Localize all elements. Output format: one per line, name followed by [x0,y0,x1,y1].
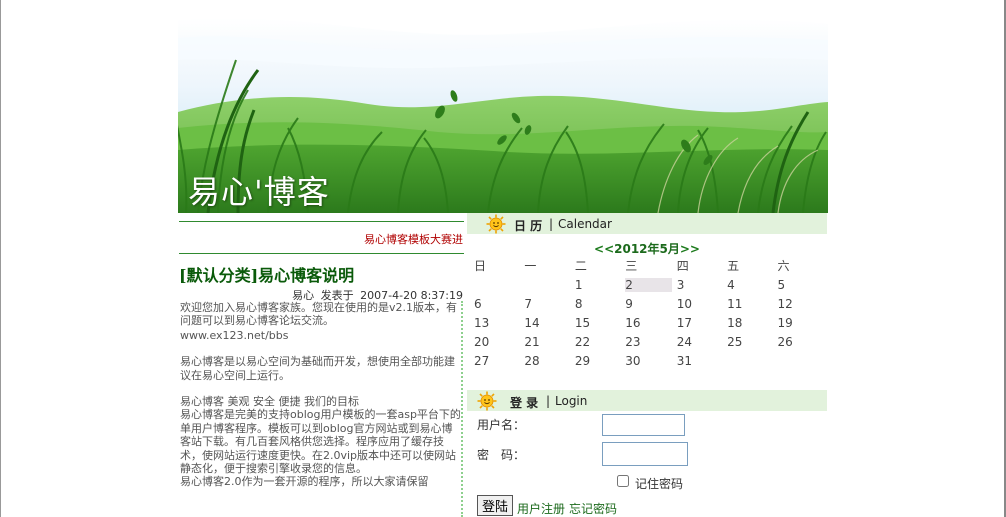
calendar-day[interactable]: 22 [575,332,625,351]
calendar-nav: <<2012年5月>> [467,240,827,257]
post-paragraph: 易心博客2.0作为一套开源的程序，所以大家请保留 [180,475,429,489]
calendar-day[interactable]: 3 [677,275,727,294]
post-column: 易心博客模板大赛进 [默认分类]易心博客说明 易心 发表于 2007-4-20 … [178,213,465,517]
calendar-day[interactable]: 26 [778,332,828,351]
post-paragraph: 易心博客 美观 安全 便捷 我们的目标 [180,395,359,409]
calendar-month: 2012年5月 [614,242,680,256]
site-title: 易心'博客 [188,173,330,211]
calendar-day[interactable]: 27 [474,351,524,370]
weekday-mon: 一 [524,259,537,273]
header-banner: 易心'博客 [178,0,828,213]
calendar-day[interactable]: 30 [625,351,676,370]
username-input[interactable] [602,414,685,436]
calendar-day[interactable]: 12 [778,294,828,313]
calendar-empty-cell [727,351,777,370]
calendar-week-row: 13 14 15 16 17 18 19 [474,313,828,332]
weekday-sun: 日 [474,259,487,273]
calendar-day[interactable]: 19 [778,313,828,332]
next-month-link[interactable]: >> [680,242,700,256]
top-divider [179,221,464,222]
calendar-week-row: 6 7 8 9 10 11 12 [474,294,828,313]
username-label: 用户名： [477,418,526,432]
left-border [0,0,1,517]
calendar-week-row: 20 21 22 23 24 25 26 [474,332,828,351]
calendar-separator: | [549,217,554,231]
password-label: 密 码： [477,448,526,462]
calendar-empty-cell [778,351,828,370]
calendar-day[interactable]: 16 [625,313,676,332]
login-separator: | [546,394,551,408]
weekday-row: 日 一 二 三 四 五 六 [474,256,828,275]
remember-password-label[interactable]: 记住密码 [635,475,683,492]
calendar-day[interactable]: 1 [575,275,625,294]
calendar-day[interactable]: 11 [727,294,777,313]
calendar-week-row: 12345 [474,275,828,294]
calendar-day[interactable]: 28 [524,351,574,370]
login-button[interactable]: 登陆 [477,495,514,516]
weekday-wed: 三 [625,259,638,273]
post-title[interactable]: [默认分类]易心博客说明 [179,262,354,286]
calendar-day[interactable]: 21 [524,332,574,351]
calendar-empty-cell [524,275,574,294]
calendar-day[interactable]: 24 [677,332,727,351]
calendar-day[interactable]: 20 [474,332,524,351]
calendar-day[interactable]: 2 [625,275,676,294]
calendar-day[interactable]: 18 [727,313,777,332]
calendar-day[interactable]: 23 [625,332,676,351]
calendar-title: 日 历 [514,219,543,233]
calendar-day[interactable]: 31 [677,351,727,370]
weekday-sat: 六 [777,259,790,273]
section-divider [179,253,464,254]
post-paragraph: 易心博客是以易心空间为基础而开发，想使用全部功能建议在易心空间上运行。 [180,355,455,382]
login-title-en: Login [555,394,588,408]
calendar-day[interactable]: 14 [524,313,574,332]
weekday-fri: 五 [727,259,740,273]
calendar-empty-cell [474,275,524,294]
weekday-tue: 二 [574,259,587,273]
calendar-day[interactable]: 10 [677,294,727,313]
calendar-title-en: Calendar [558,217,612,231]
calendar-today-marker: 2 [625,277,673,292]
register-link[interactable]: 用户注册 [517,500,565,517]
calendar-day[interactable]: 13 [474,313,524,332]
calendar-day[interactable]: 15 [575,313,625,332]
smiling-sun-icon [486,214,506,234]
sidebar: 日 历 | Calendar <<2012年5月>> 日 一 二 三 四 五 六… [467,213,828,517]
calendar-grid: 日 一 二 三 四 五 六 1 2 3 4 5 6 7 8 9 10 11 12 13 14 15 16 17 1… [474,256,828,370]
remember-password-checkbox[interactable] [617,475,629,487]
login-header: 登 录 | Login [467,390,827,411]
calendar-day[interactable]: 5 [778,275,828,294]
post-paragraph: 欢迎您加入易心博客家族。您现在使用的是v2.1版本，有问题可以到易心博客论坛交流… [180,301,458,328]
login-title: 登 录 [510,396,539,410]
password-input[interactable] [602,442,688,466]
calendar-day[interactable]: 8 [575,294,625,313]
weekday-thu: 四 [676,259,689,273]
prev-month-link[interactable]: << [594,242,614,256]
forgot-password-link[interactable]: 忘记密码 [569,500,617,517]
calendar-day[interactable]: 29 [575,351,625,370]
calendar-day[interactable]: 4 [727,275,777,294]
calendar-day[interactable]: 6 [474,294,524,313]
bbs-link[interactable]: www.ex123.net/bbs [180,329,461,342]
calendar-day[interactable]: 17 [677,313,727,332]
smiling-sun-icon [477,391,497,411]
template-contest-link[interactable]: 易心博客模板大赛进 [364,231,463,247]
post-paragraph: 易心博客是完美的支持oblog用户模板的一套asp平台下的单用户博客程序。模板可… [180,408,461,476]
calendar-day[interactable]: 25 [727,332,777,351]
post-body: 欢迎您加入易心博客家族。您现在使用的是v2.1版本，有问题可以到易心博客论坛交流… [180,301,463,517]
calendar-week-row: 27 28 29 30 31 [474,351,828,370]
calendar-day[interactable]: 9 [625,294,676,313]
calendar-day[interactable]: 7 [524,294,574,313]
calendar-days: 1 2 3 4 5 6 7 8 9 10 11 12 13 14 15 16 17 18 19 20 21 22 23 24 2… [474,275,828,370]
calendar-header: 日 历 | Calendar [467,213,827,234]
